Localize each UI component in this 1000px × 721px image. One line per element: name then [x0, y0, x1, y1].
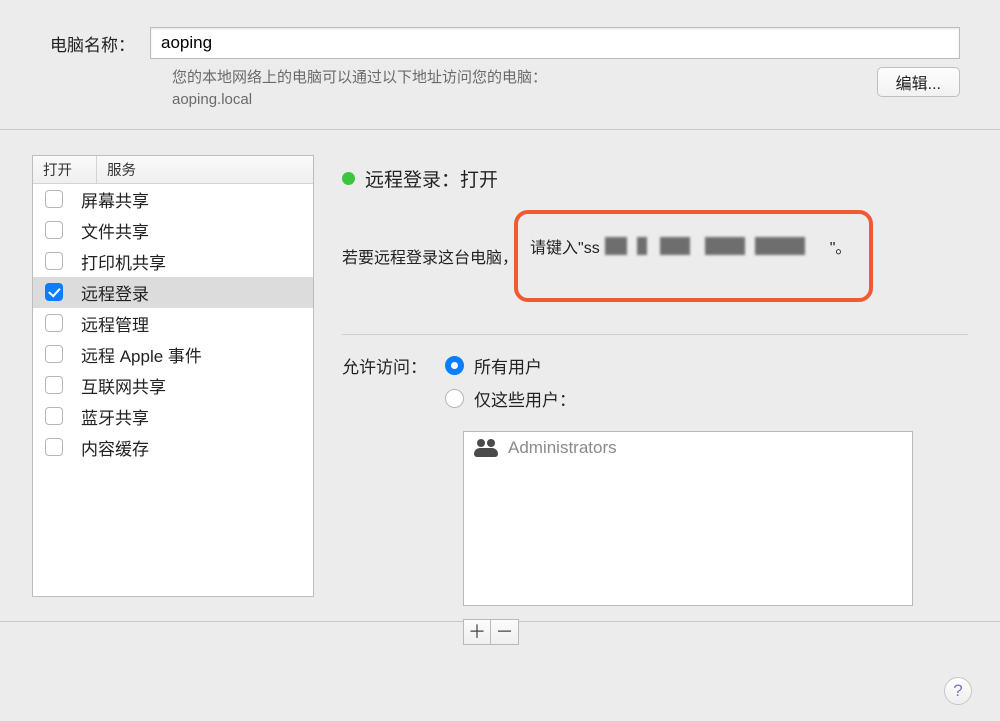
service-label: 内容缓存 [81, 435, 149, 460]
service-label: 蓝牙共享 [81, 404, 149, 429]
service-checkbox[interactable] [45, 314, 63, 332]
edit-hostname-button[interactable]: 编辑... [877, 67, 960, 97]
remove-user-button[interactable]: － [491, 619, 519, 645]
access-option-all[interactable]: 所有用户 [445, 353, 913, 378]
radio-all-users[interactable] [445, 356, 464, 375]
service-label: 文件共享 [81, 218, 149, 243]
user-label: Administrators [508, 438, 617, 458]
service-label: 互联网共享 [81, 373, 166, 398]
allowed-users-list[interactable]: Administrators [463, 431, 913, 606]
services-col-name[interactable]: 服务 [97, 156, 313, 183]
service-checkbox[interactable] [45, 407, 63, 425]
service-checkbox[interactable] [45, 438, 63, 456]
service-row[interactable]: 互联网共享 [33, 370, 313, 401]
service-checkbox[interactable] [45, 283, 63, 301]
service-checkbox[interactable] [45, 221, 63, 239]
status-indicator-icon [342, 172, 355, 185]
service-checkbox[interactable] [45, 190, 63, 208]
ssh-instruction-type: 请键入"ss [530, 234, 600, 258]
service-row[interactable]: 屏幕共享 [33, 184, 313, 215]
service-detail-panel: 远程登录：打开 若要远程登录这台电脑， 请键入"ss "。 允许访问： 所有用户… [342, 155, 968, 645]
service-label: 打印机共享 [81, 249, 166, 274]
ssh-instruction-suffix: "。 [830, 234, 852, 258]
computer-hostname: aoping.local [172, 91, 252, 108]
allow-access-label: 允许访问： [342, 353, 427, 378]
status-label: 远程登录：打开 [365, 165, 498, 192]
service-row[interactable]: 文件共享 [33, 215, 313, 246]
service-row[interactable]: 远程 Apple 事件 [33, 339, 313, 370]
service-checkbox[interactable] [45, 376, 63, 394]
service-label: 远程管理 [81, 311, 149, 336]
radio-only-users-label: 仅这些用户： [474, 386, 576, 411]
user-row[interactable]: Administrators [464, 432, 912, 464]
service-label: 远程登录 [81, 280, 149, 305]
ssh-instruction-prefix: 若要远程登录这台电脑， [342, 244, 518, 268]
radio-all-users-label: 所有用户 [474, 353, 542, 378]
service-checkbox[interactable] [45, 252, 63, 270]
service-row[interactable]: 远程管理 [33, 308, 313, 339]
group-icon [474, 439, 498, 457]
computer-name-input[interactable] [150, 27, 960, 59]
services-header: 打开 服务 [33, 156, 313, 184]
computer-name-label: 电脑名称： [50, 31, 135, 56]
service-row[interactable]: 打印机共享 [33, 246, 313, 277]
service-row[interactable]: 内容缓存 [33, 432, 313, 463]
divider [342, 334, 968, 335]
services-panel: 打开 服务 屏幕共享文件共享打印机共享远程登录远程管理远程 Apple 事件互联… [32, 155, 314, 597]
computer-name-sublabel: 您的本地网络上的电脑可以通过以下地址访问您的电脑： aoping.local [172, 67, 547, 111]
ssh-command-redacted [605, 237, 825, 255]
computer-name-section: 电脑名称： 您的本地网络上的电脑可以通过以下地址访问您的电脑： aoping.l… [0, 0, 1000, 130]
services-list: 屏幕共享文件共享打印机共享远程登录远程管理远程 Apple 事件互联网共享蓝牙共… [33, 184, 313, 463]
service-row[interactable]: 蓝牙共享 [33, 401, 313, 432]
services-col-on[interactable]: 打开 [33, 156, 97, 183]
service-label: 屏幕共享 [81, 187, 149, 212]
access-option-only[interactable]: 仅这些用户： [445, 386, 913, 411]
add-user-button[interactable]: ＋ [463, 619, 491, 645]
service-label: 远程 Apple 事件 [81, 342, 202, 367]
computer-name-description: 您的本地网络上的电脑可以通过以下地址访问您的电脑： [172, 69, 547, 86]
service-checkbox[interactable] [45, 345, 63, 363]
radio-only-users[interactable] [445, 389, 464, 408]
service-row[interactable]: 远程登录 [33, 277, 313, 308]
help-button[interactable]: ? [944, 677, 972, 705]
ssh-command-highlight: 请键入"ss "。 [514, 210, 873, 302]
